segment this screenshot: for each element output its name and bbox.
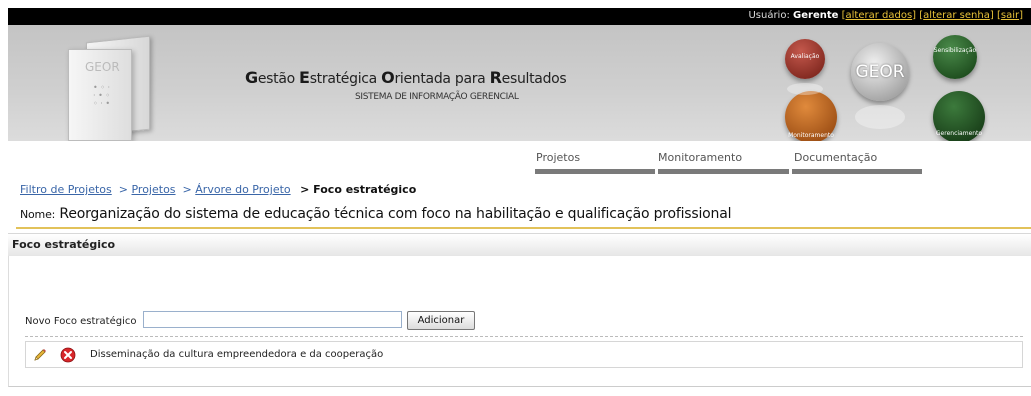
breadcrumb-projetos[interactable]: Projetos <box>131 183 175 196</box>
novo-foco-input[interactable] <box>143 311 402 328</box>
nav-documentacao[interactable]: Documentação <box>794 151 877 164</box>
foco-item-text: Disseminação da cultura empreendedora e … <box>90 349 384 360</box>
project-name-value: Reorganização do sistema de educação téc… <box>59 206 732 222</box>
alterar-senha-link[interactable]: alterar senha <box>923 10 990 21</box>
novo-foco-label: Novo Foco estratégico <box>25 316 137 327</box>
list-item: Disseminação da cultura empreendedora e … <box>25 341 1023 368</box>
foco-panel: Novo Foco estratégico Adicionar Dissemin… <box>8 256 1031 387</box>
logo-text: GEOR <box>85 60 120 74</box>
breadcrumb-current: Foco estratégico <box>313 183 417 196</box>
nav-documentacao-bar <box>792 169 922 174</box>
project-name-label: Nome: <box>20 208 56 221</box>
nav-projetos-bar <box>535 169 655 174</box>
alterar-dados-link[interactable]: alterar dados <box>846 10 913 21</box>
app-title: Gestão Estratégica Orientada para Result… <box>245 68 567 87</box>
geor-logo: GEOR • ◦ · · • ◦ ◦ · • <box>68 35 156 141</box>
sair-link[interactable]: sair <box>1001 10 1019 21</box>
top-bar: Usuário: Gerente [alterar dados] [altera… <box>8 8 1031 25</box>
section-header: Foco estratégico <box>8 233 1031 257</box>
user-label: Usuário: <box>748 10 790 21</box>
title-divider <box>16 227 1031 229</box>
breadcrumb-arvore-projeto[interactable]: Árvore do Projeto <box>195 183 290 196</box>
gerenciamento-circle: Gerenciamento <box>933 91 985 143</box>
avaliacao-circle: Avaliação <box>785 39 825 79</box>
breadcrumb-filtro-projetos[interactable]: Filtro de Projetos <box>20 183 112 196</box>
sensibilizacao-circle: Sensibilização <box>933 35 977 79</box>
section-title: Foco estratégico <box>12 238 116 251</box>
app-subtitle: SISTEMA DE INFORMAÇÃO GERENCIAL <box>355 92 519 102</box>
main-nav: Projetos Monitoramento Documentação <box>8 141 1031 174</box>
pencil-icon[interactable] <box>32 347 48 363</box>
nav-monitoramento-bar <box>658 169 789 174</box>
page-frame: Usuário: Gerente [alterar dados] [altera… <box>8 8 1031 396</box>
breadcrumb: Filtro de Projetos > Projetos > Árvore d… <box>20 183 417 196</box>
nav-projetos[interactable]: Projetos <box>536 151 580 164</box>
user-info: Usuário: Gerente [alterar dados] [altera… <box>748 10 1023 21</box>
delete-icon[interactable] <box>60 347 76 363</box>
project-name: Nome: Reorganização do sistema de educaç… <box>20 206 731 222</box>
monitoramento-circle: Monitoramento <box>785 91 837 143</box>
adicionar-button[interactable]: Adicionar <box>407 311 475 330</box>
header-banner: GEOR • ◦ · · • ◦ ◦ · • Gestão Estratégica … <box>8 25 1031 143</box>
geor-circle: GEOR <box>851 43 909 101</box>
nav-monitoramento[interactable]: Monitoramento <box>658 151 742 164</box>
form-separator <box>25 336 1023 337</box>
user-name: Gerente <box>793 10 839 21</box>
